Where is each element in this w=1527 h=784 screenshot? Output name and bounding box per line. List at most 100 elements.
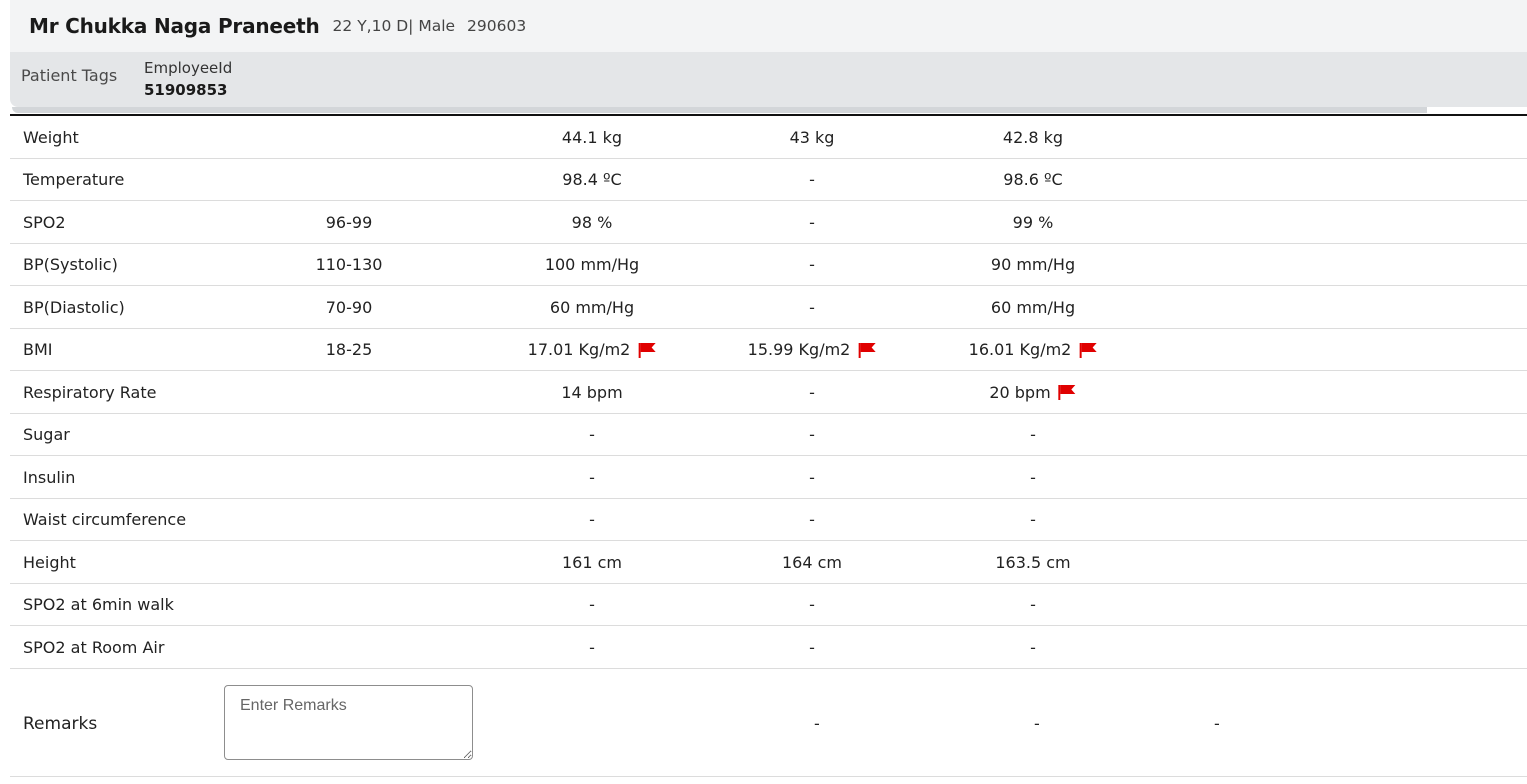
vital-name: Height [23,552,76,572]
vital-name: Waist circumference [23,509,186,529]
vital-normal-range-text: 70-90 [325,297,373,317]
vital-value-1: 44.1 kg [562,127,622,147]
vital-value-2: - [809,637,815,657]
red-flag-icon [1058,385,1076,401]
vital-value-1: 14 bpm [561,382,622,402]
vital-value-1-text: 17.01 Kg/m2 [527,340,631,360]
vital-value-3: - [1030,509,1036,529]
vital-name: Sugar [23,424,70,444]
vital-value-2: 164 cm [782,552,842,572]
vital-value-2-text: - [809,212,815,232]
vital-value-1-text: - [589,595,595,615]
vital-value-1: - [589,509,595,529]
vital-name: BP(Diastolic) [23,297,125,317]
vital-value-1: - [589,637,595,657]
vital-normal-range: 96-99 [326,212,373,232]
vital-name: Respiratory Rate [23,382,156,402]
vitals-row: BP(Systolic) 110-130 100 mm/Hg - 90 mm/Hg [10,244,1527,286]
vital-value-2: 43 kg [790,127,835,147]
vital-normal-range-text: 110-130 [315,255,383,275]
vital-name: Weight [23,127,79,147]
vital-value-3: - [1030,424,1036,444]
vitals-row: Respiratory Rate 14 bpm - 20 bpm [10,371,1527,414]
patient-tags-label: Patient Tags [21,66,118,85]
red-flag-icon [858,342,876,358]
vitals-row: BMI 18-25 17.01 Kg/m2 15.99 Kg/m2 16.01 Kg/m… [10,329,1527,371]
remarks-value-1: - [814,713,820,733]
vital-name-text: SPO2 at 6min walk [23,595,174,615]
vital-name-text: SPO2 [23,212,66,232]
vital-value-3-text: - [1030,467,1036,487]
vital-value-2-text: - [809,467,815,487]
vital-value-3: 20 bpm [989,382,1076,402]
vital-value-2-text: - [809,637,815,657]
vitals-row: Temperature 98.4 ºC - 98.6 ºC [10,159,1527,201]
red-flag-icon [638,342,656,358]
vital-name-text: BMI [23,340,53,360]
horizontal-scrollbar[interactable] [12,107,1427,113]
vital-name-text: Insulin [23,467,76,487]
vital-value-3: 60 mm/Hg [991,297,1075,317]
vital-value-2-text: 15.99 Kg/m2 [747,340,851,360]
vital-value-3-text: 60 mm/Hg [990,297,1076,317]
vital-name: Temperature [23,169,124,189]
vital-name-text: BP(Diastolic) [23,297,125,317]
vital-value-1-text: 44.1 kg [561,127,623,147]
vital-value-3-text: - [1030,510,1036,530]
vital-name: Insulin [23,467,75,487]
vital-value-1: - [589,467,595,487]
vital-value-3-text: 163.5 cm [995,552,1071,572]
vital-value-1-text: 60 mm/Hg [549,297,635,317]
vital-normal-range: 110-130 [316,254,383,274]
vital-name: SPO2 [23,212,66,232]
vital-value-3: 99 % [1013,212,1054,232]
vital-value-2: - [809,169,815,189]
vital-name-text: Waist circumference [23,510,187,530]
vital-value-2-text: - [809,255,815,275]
vital-value-1: 100 mm/Hg [545,254,639,274]
vital-name: SPO2 at Room Air [23,637,164,657]
vital-value-2-text: - [809,595,815,615]
vital-value-2: - [809,297,815,317]
vital-name-text: Sugar [23,425,70,445]
remarks-input[interactable] [224,684,473,760]
vital-name: SPO2 at 6min walk [23,594,174,614]
vital-value-2-text: 43 kg [789,127,835,147]
patient-id: 290603 [467,17,527,35]
red-flag-icon [1079,342,1097,358]
vital-value-1-text: - [589,637,595,657]
vitals-row: BP(Diastolic) 70-90 60 mm/Hg - 60 mm/Hg [10,286,1527,329]
vital-value-3-text: - [1030,637,1036,657]
vitals-table: Weight 44.1 kg 43 kg 42.8 kg Temperature 98.4… [10,116,1527,777]
vitals-row: Height 161 cm 164 cm 163.5 cm [10,541,1527,584]
vital-value-1-text: 161 cm [561,552,623,572]
vital-value-2-text: - [809,170,815,190]
vital-name-text: SPO2 at Room Air [23,637,165,657]
vital-value-1: 60 mm/Hg [550,297,634,317]
vital-value-1: - [589,594,595,614]
vital-value-3: 163.5 cm [995,552,1070,572]
vital-value-3: 98.6 ºC [1003,169,1062,189]
vital-value-1-text: 98.4 ºC [562,170,622,190]
vital-value-3-text: 98.6 ºC [1003,170,1063,190]
vital-value-3: 16.01 Kg/m2 [969,339,1098,359]
vital-value-3-text: 20 bpm [989,382,1051,402]
vital-value-3: 42.8 kg [1003,127,1063,147]
vital-value-2: - [809,594,815,614]
vital-value-2: - [809,424,815,444]
vital-normal-range-text: 96-99 [325,212,373,232]
vital-value-3: - [1030,637,1036,657]
vital-value-3: 90 mm/Hg [991,254,1075,274]
vital-value-3-text: 16.01 Kg/m2 [968,340,1072,360]
vital-value-2: - [809,467,815,487]
vital-value-2: 15.99 Kg/m2 [748,339,877,359]
vital-name-text: Weight [23,127,79,147]
remarks-value-2: - [1034,713,1040,733]
vital-value-1: 98 % [572,212,613,232]
vital-value-3: - [1030,467,1036,487]
vitals-row: Sugar - - - [10,414,1527,456]
vital-value-3-text: 90 mm/Hg [990,255,1076,275]
vital-name-text: BP(Systolic) [23,255,118,275]
remarks-label: Remarks [23,713,98,734]
patient-tags-bar: Patient Tags EmployeeId 51909853 [10,52,1527,107]
